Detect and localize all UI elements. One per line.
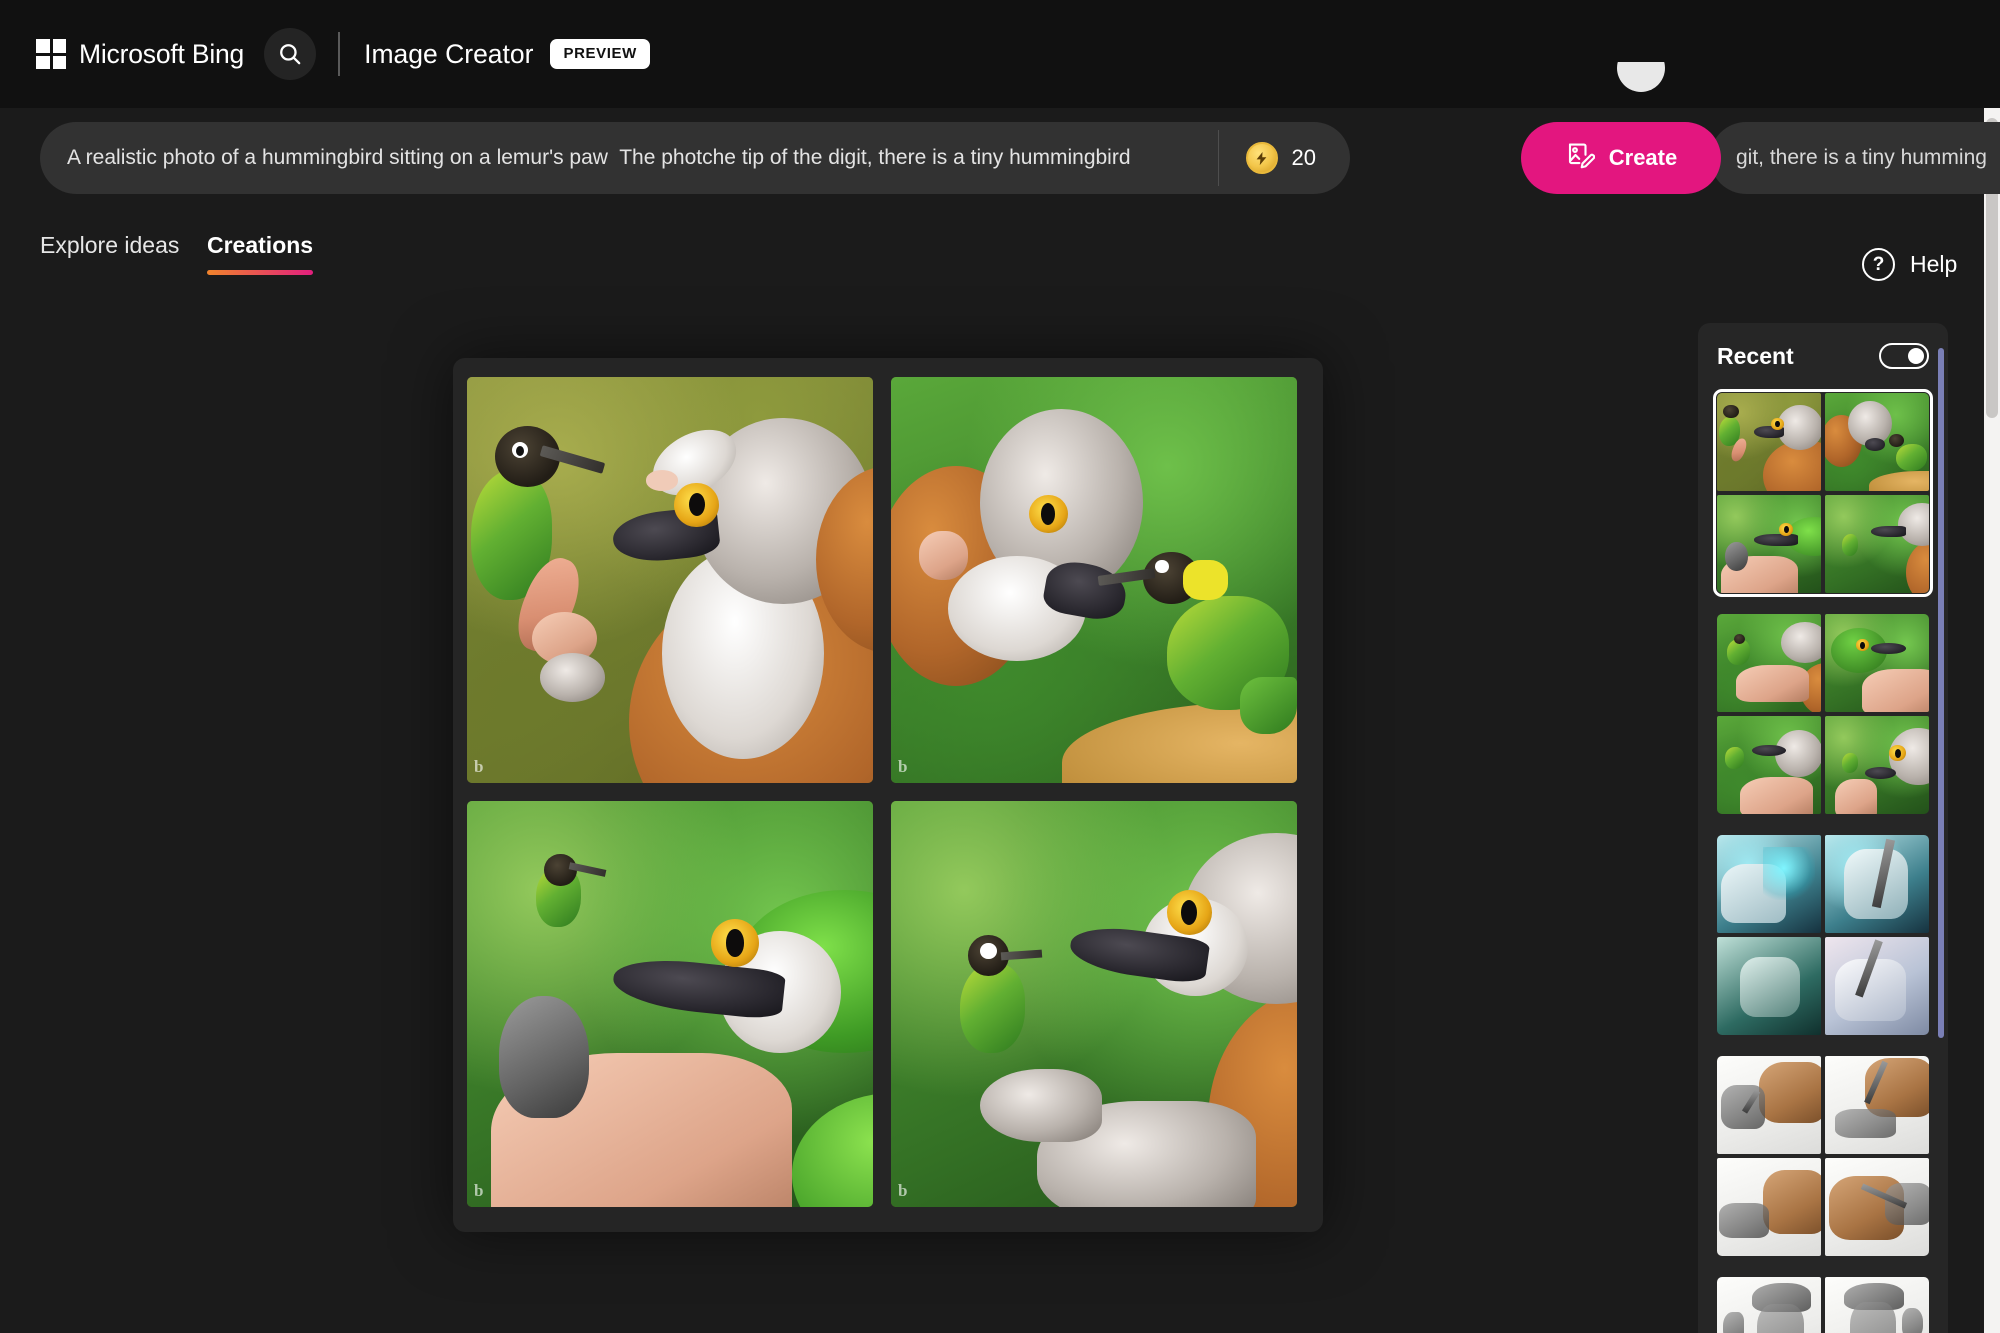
search-icon[interactable] — [264, 28, 317, 80]
tabs-bar: Explore ideas Creations — [0, 232, 2000, 294]
recent-toggle-knob — [1908, 348, 1924, 364]
preview-badge: PREVIEW — [550, 39, 650, 69]
recent-thumb — [1717, 495, 1821, 593]
microsoft-logo-icon — [36, 39, 66, 69]
prompt-bar-row: git, there is a tiny humming 20 — [0, 118, 2000, 200]
prompt-bar: 20 — [40, 122, 1350, 194]
help-button[interactable]: ? Help — [1862, 248, 1957, 281]
boost-count-label: 20 — [1291, 145, 1316, 170]
recent-panel: Recent — [1698, 323, 1948, 1333]
brand-label: Microsoft Bing — [79, 38, 245, 69]
prompt-overflow-label: git, there is a tiny humming — [1736, 146, 1987, 169]
recent-thumb — [1825, 1158, 1929, 1256]
creation-image-2-art — [891, 377, 1297, 783]
creation-image-3-art — [467, 801, 873, 1207]
tab-active-underline — [207, 270, 314, 275]
recent-item-parrot-sketch-set[interactable] — [1713, 1273, 1933, 1333]
recent-thumb — [1825, 716, 1929, 814]
creation-image-grid: b b b b — [467, 377, 1305, 1215]
prompt-input[interactable] — [40, 122, 1218, 194]
tab-creations-label: Creations — [207, 232, 314, 258]
recent-thumb — [1825, 614, 1929, 712]
recent-title: Recent — [1717, 342, 1794, 369]
boost-credits[interactable]: 20 — [1219, 122, 1350, 194]
creation-image-3[interactable]: b — [467, 801, 873, 1207]
recent-list — [1713, 389, 1933, 1333]
tab-explore-ideas[interactable]: Explore ideas — [40, 232, 179, 275]
recent-thumb — [1717, 1158, 1821, 1256]
creation-image-4-art — [891, 801, 1297, 1207]
recent-thumb — [1717, 1277, 1821, 1333]
top-header: Microsoft Bing Image Creator PREVIEW — [0, 0, 2000, 108]
boost-coin-icon — [1245, 142, 1278, 174]
recent-toggle[interactable] — [1879, 343, 1929, 369]
creation-image-1[interactable]: b — [467, 377, 873, 783]
create-button-label: Create — [1608, 145, 1678, 170]
recent-thumb — [1825, 393, 1929, 491]
recent-thumb — [1717, 1056, 1821, 1154]
recent-panel-scrollbar[interactable] — [1938, 348, 1944, 1038]
creation-image-1-art — [467, 377, 873, 783]
recent-header: Recent — [1713, 323, 1933, 389]
recent-item-lemur-set-1[interactable] — [1713, 389, 1933, 597]
recent-thumb — [1825, 835, 1929, 933]
recent-thumb — [1717, 393, 1821, 491]
recent-thumb — [1717, 937, 1821, 1035]
header-divider — [338, 32, 341, 76]
recent-item-pencil-hands-set[interactable] — [1713, 1052, 1933, 1260]
question-circle-icon: ? — [1862, 248, 1895, 281]
product-title: Image Creator — [364, 38, 534, 69]
image-wand-icon — [1565, 140, 1596, 176]
recent-item-tech-hands-set[interactable] — [1713, 831, 1933, 1039]
create-button[interactable]: Create — [1521, 122, 1721, 194]
recent-thumb — [1717, 716, 1821, 814]
tab-explore-ideas-label: Explore ideas — [40, 232, 180, 258]
creation-image-4[interactable]: b — [891, 801, 1297, 1207]
bing-home-link[interactable]: Microsoft Bing — [36, 39, 244, 70]
recent-thumb — [1825, 1056, 1929, 1154]
tab-creations[interactable]: Creations — [207, 232, 314, 275]
recent-thumb — [1717, 614, 1821, 712]
recent-thumb — [1717, 835, 1821, 933]
recent-thumb — [1825, 937, 1929, 1035]
recent-thumb — [1825, 1277, 1929, 1333]
recent-thumb — [1825, 495, 1929, 593]
help-label: Help — [1910, 251, 1958, 277]
prompt-overflow-text: git, there is a tiny humming — [1710, 122, 2000, 194]
creation-image-2[interactable]: b — [891, 377, 1297, 783]
avatar-clip-mask — [1600, 0, 1690, 62]
recent-item-lemur-set-2[interactable] — [1713, 610, 1933, 818]
image-creator-app: Microsoft Bing Image Creator PREVIEW git… — [0, 0, 2000, 1333]
